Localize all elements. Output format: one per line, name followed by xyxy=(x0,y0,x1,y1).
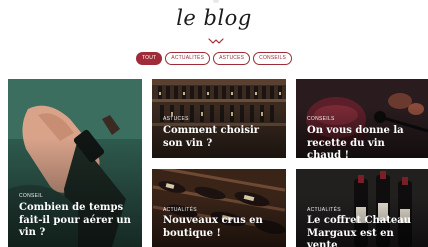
article-category: ASTUCES xyxy=(163,116,189,122)
logo-mark xyxy=(213,0,219,3)
filter-actualites[interactable]: ACTUALITÉS xyxy=(165,52,211,65)
article-card[interactable]: ASTUCES Comment choisir son vin ? xyxy=(152,79,286,158)
article-card[interactable]: CONSEILS On vous donne la recette du vin… xyxy=(296,79,428,158)
filter-astuces[interactable]: ASTUCES xyxy=(213,52,251,65)
filter-all[interactable]: TOUT xyxy=(135,52,163,65)
article-title[interactable]: Le coffret Chateau Margaux est en vente xyxy=(307,215,422,247)
article-category: ACTUALITÉS xyxy=(307,207,341,213)
article-category: CONSEIL xyxy=(19,193,44,199)
article-title[interactable]: Combien de temps fait-il pour aérer un v… xyxy=(19,202,139,240)
article-card[interactable]: ACTUALITÉS Le coffret Chateau Margaux es… xyxy=(296,169,428,247)
article-card[interactable]: CONSEIL Combien de temps fait-il pour aé… xyxy=(8,79,142,247)
article-category: CONSEILS xyxy=(307,116,335,122)
article-title[interactable]: On vous donne la recette du vin chaud ! xyxy=(307,125,422,158)
category-filters: TOUT ACTUALITÉS ASTUCES CONSEILS xyxy=(0,52,428,65)
article-category: ACTUALITÉS xyxy=(163,207,197,213)
article-title[interactable]: Comment choisir son vin ? xyxy=(163,125,280,150)
filter-conseils[interactable]: CONSEILS xyxy=(253,52,293,65)
page-title: le blog xyxy=(176,6,252,30)
article-card[interactable]: ACTUALITÉS Nouveaux crus en boutique ! xyxy=(152,169,286,247)
flourish-icon xyxy=(208,38,224,44)
article-title[interactable]: Nouveaux crus en boutique ! xyxy=(163,215,280,240)
